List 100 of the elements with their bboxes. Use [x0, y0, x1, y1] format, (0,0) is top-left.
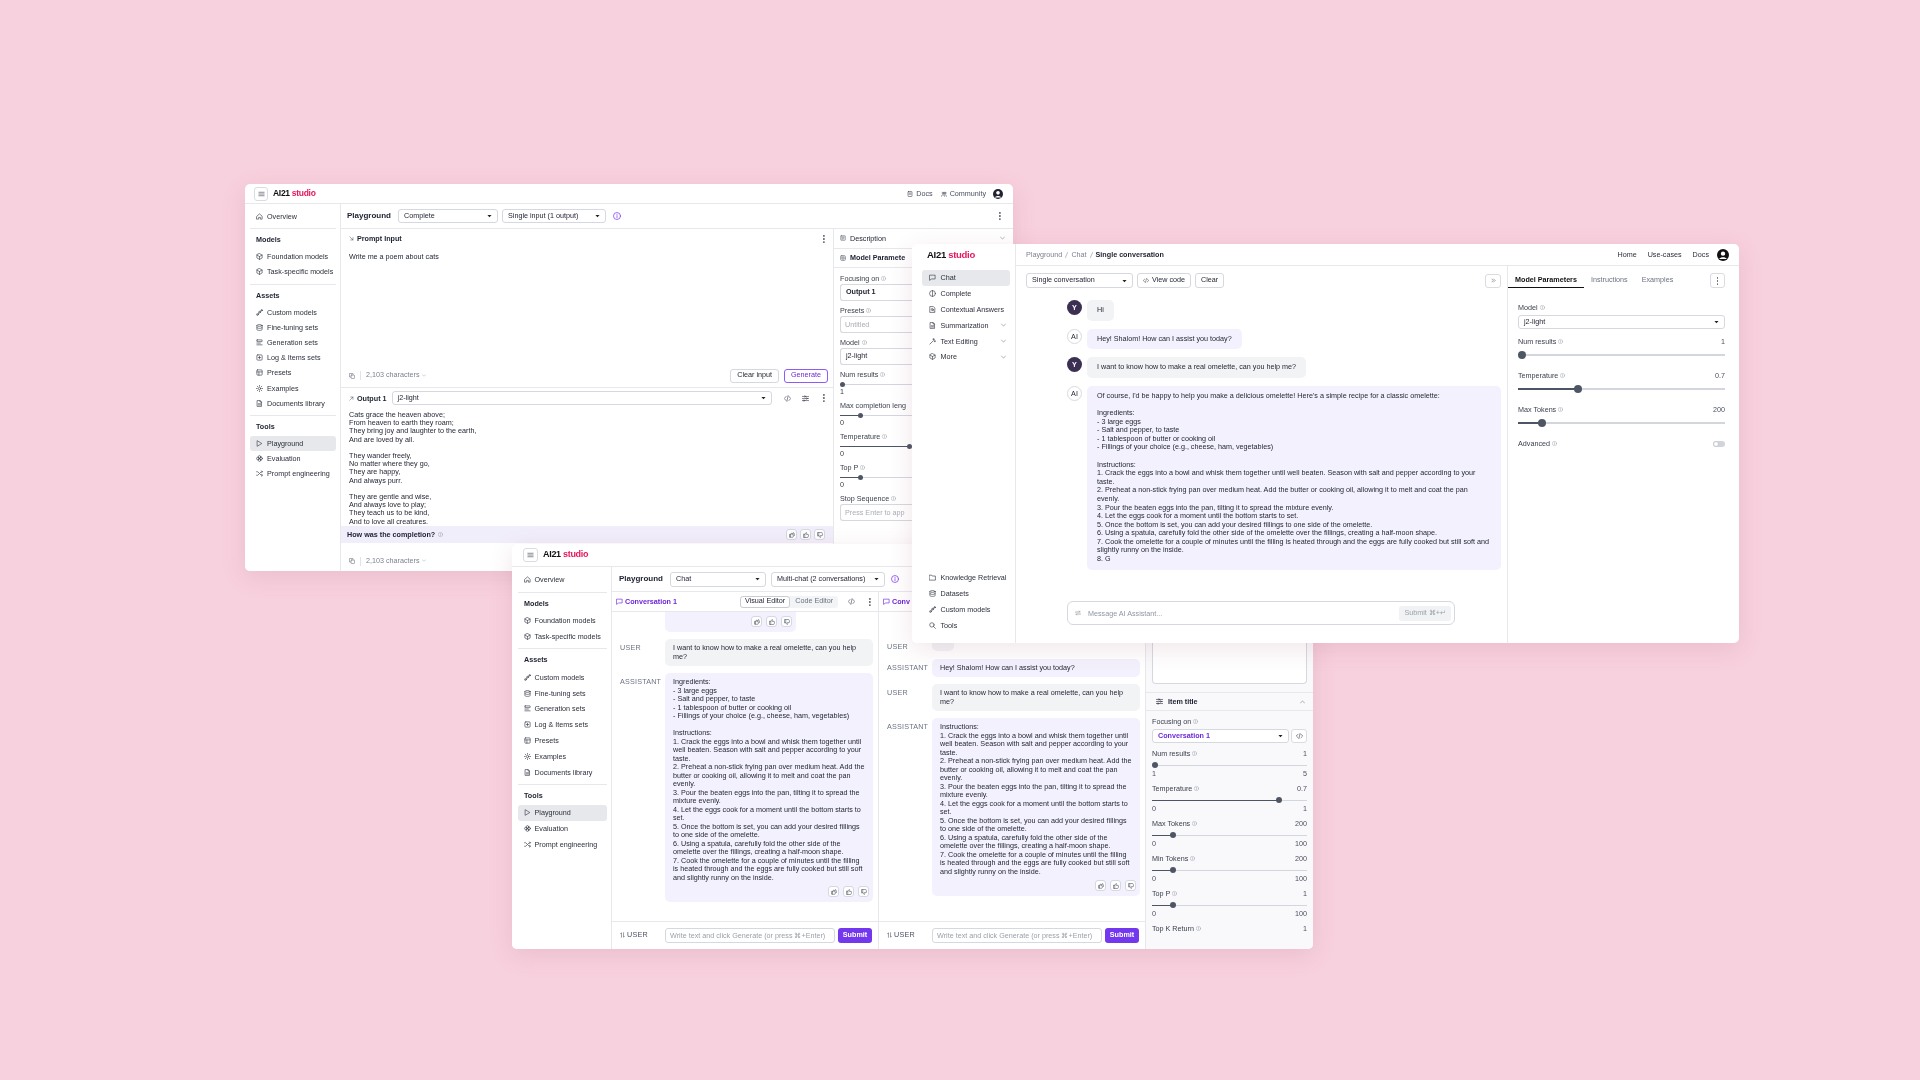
double-chevron-right-icon [1490, 278, 1496, 283]
slider-thumb[interactable] [1573, 385, 1582, 393]
slider-track[interactable] [840, 475, 912, 480]
code-icon[interactable] [848, 598, 856, 605]
copy-icon[interactable] [349, 372, 355, 379]
menu-button[interactable] [254, 186, 268, 201]
document-icon [928, 321, 936, 329]
speech-bubble-icon [883, 598, 890, 605]
menu-button[interactable] [523, 548, 538, 562]
info-icon [1194, 786, 1200, 791]
shuffle-icon [524, 840, 531, 848]
thumbs-down-icon [816, 531, 823, 538]
more-button[interactable] [1710, 273, 1725, 288]
slider-thumb[interactable] [907, 444, 912, 449]
slider-thumb[interactable] [1169, 832, 1176, 838]
page-title: Playground [347, 211, 391, 221]
people-icon [940, 190, 947, 197]
double-like-button[interactable] [1095, 880, 1106, 891]
cube-icon [524, 633, 531, 640]
double-thumbs-up-icon [788, 531, 795, 538]
double-thumbs-up-icon [830, 888, 837, 895]
thumbs-up-icon [845, 888, 852, 895]
speech-bubble-icon [616, 598, 623, 605]
double-like-button[interactable] [751, 616, 762, 627]
slash-icon [1065, 251, 1069, 258]
arrow-up-right-icon [349, 395, 354, 401]
info-icon [1558, 407, 1564, 412]
shuffle-icon [256, 470, 263, 478]
code-icon [1143, 278, 1149, 283]
caret-down-icon [1122, 278, 1127, 283]
copy-icon[interactable] [349, 558, 355, 564]
slider-track[interactable] [1152, 762, 1307, 768]
flower-icon [524, 825, 531, 833]
double-thumbs-up-icon [753, 618, 760, 625]
code-icon[interactable] [784, 394, 792, 402]
caret-down-icon [487, 214, 492, 218]
double-like-button[interactable] [786, 529, 797, 540]
cube-icon [928, 353, 936, 361]
dislike-button[interactable] [814, 529, 825, 540]
like-button[interactable] [1110, 880, 1121, 891]
dislike-button[interactable] [781, 616, 792, 627]
info-icon [1190, 856, 1196, 861]
info-icon [1193, 719, 1199, 724]
double-like-button[interactable] [828, 886, 839, 897]
document-magnifier-icon [928, 306, 936, 313]
slider-thumb[interactable] [1518, 351, 1526, 359]
document-icon [524, 768, 531, 776]
dislike-button[interactable] [858, 886, 869, 897]
sun-icon [524, 752, 531, 760]
cube-icon [256, 253, 263, 261]
wand-icon [928, 337, 936, 345]
double-thumbs-up-icon [1097, 882, 1104, 889]
grid-square-icon [840, 254, 846, 261]
info-icon [1551, 441, 1557, 446]
caret-down-icon [761, 396, 767, 400]
slash-icon [1089, 251, 1093, 258]
text-square-icon [840, 235, 846, 242]
info-icon [1172, 891, 1178, 896]
nodes-icon [928, 605, 936, 613]
slider-thumb[interactable] [858, 413, 864, 418]
slider-thumb[interactable] [1537, 419, 1546, 427]
like-button[interactable] [843, 886, 854, 897]
list-icon [256, 339, 263, 347]
slider-thumb[interactable] [1169, 867, 1176, 873]
menu-icon [527, 552, 534, 558]
code-icon [1295, 733, 1303, 739]
dislike-button[interactable] [1125, 880, 1136, 891]
slider-track[interactable] [1518, 351, 1725, 359]
plus-square-icon [256, 354, 263, 362]
toggle-switch[interactable] [1713, 440, 1725, 447]
slider-track[interactable] [840, 413, 912, 418]
slider-thumb[interactable] [840, 382, 845, 387]
list-icon [524, 705, 531, 713]
avatar-icon[interactable] [993, 188, 1003, 199]
slider-thumb[interactable] [1275, 797, 1282, 803]
slider-track[interactable] [840, 382, 912, 387]
logo: AI21 studio [543, 549, 589, 561]
up-down-arrows-icon [887, 932, 892, 939]
arrow-down-right-icon [349, 236, 354, 241]
split-circle-icon [928, 290, 936, 298]
slider-thumb[interactable] [1152, 762, 1158, 768]
like-button[interactable] [800, 529, 811, 540]
database-icon [524, 689, 531, 697]
info-icon[interactable] [613, 212, 621, 220]
sliders-icon[interactable] [802, 394, 810, 402]
avatar-icon[interactable] [1717, 248, 1729, 261]
info-icon [1192, 751, 1198, 756]
system-prompt-field[interactable] [1152, 643, 1307, 684]
info-icon[interactable] [891, 575, 899, 583]
caret-down-icon [755, 577, 760, 581]
caret-down-icon [595, 214, 600, 218]
info-icon [438, 532, 444, 537]
house-icon [524, 576, 531, 584]
info-icon [1560, 373, 1566, 378]
menu-icon [257, 190, 265, 197]
nodes-icon [524, 673, 531, 681]
slider-thumb[interactable] [858, 475, 864, 480]
slider-thumb[interactable] [1169, 902, 1176, 908]
like-button[interactable] [766, 616, 777, 627]
cube-icon [524, 617, 531, 625]
